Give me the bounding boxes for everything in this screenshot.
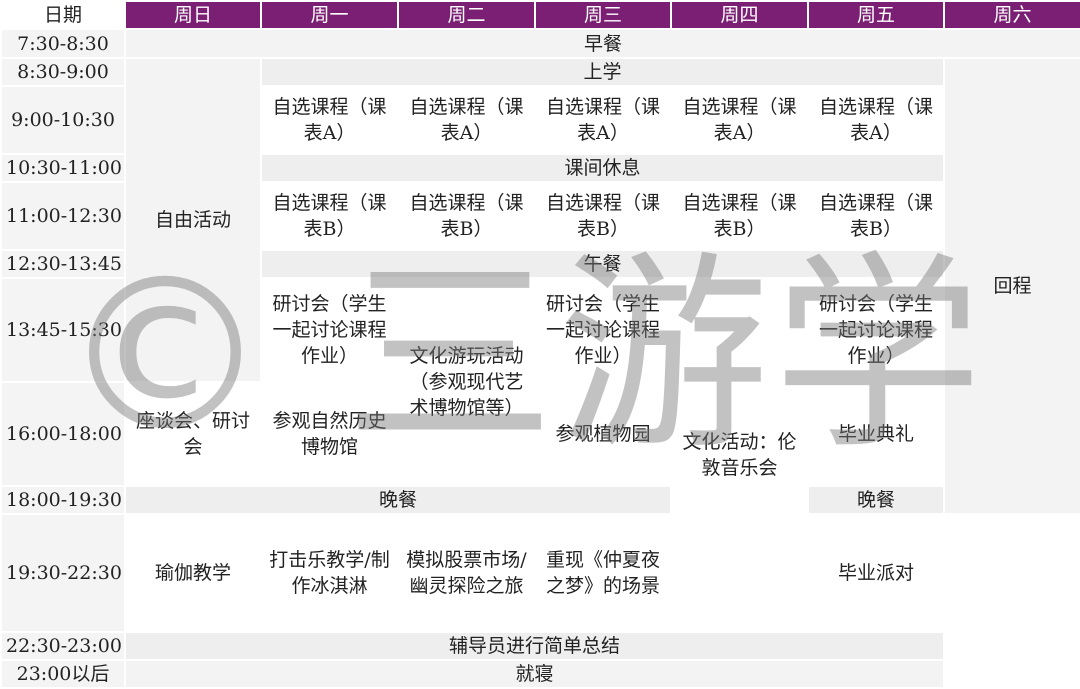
- elective-b-cell: 自选课程（课表B）: [670, 181, 809, 251]
- elective-b-cell: 自选课程（课表B）: [807, 181, 945, 251]
- elective-a-cell: 自选课程（课表A）: [260, 85, 399, 155]
- saturday-empty-cell: [943, 631, 1080, 689]
- break-cell: 课间休息: [260, 153, 945, 183]
- graduation-cell: 毕业典礼: [807, 381, 945, 487]
- elective-b-cell: 自选课程（课表B）: [534, 181, 672, 251]
- seminar-cell: 研讨会（学生一起讨论课程作业）: [534, 277, 672, 383]
- time-slot: 11:00-12:30: [0, 181, 126, 251]
- seminar-cell: 研讨会（学生一起讨论课程作业）: [807, 277, 945, 383]
- time-slot: 13:45-15:30: [0, 277, 126, 383]
- header-monday: 周一: [260, 0, 399, 30]
- botanic-cell: 参观植物园: [534, 381, 672, 487]
- time-slot: 12:30-13:45: [0, 249, 126, 279]
- header-friday: 周五: [807, 0, 945, 30]
- class-start-cell: 上学: [260, 57, 945, 87]
- stock-ghost-cell: 模拟股票市场/幽灵探险之旅: [397, 513, 536, 633]
- elective-a-cell: 自选课程（课表A）: [534, 85, 672, 155]
- dinner-cell: 晚餐: [124, 485, 672, 515]
- time-slot: 18:00-19:30: [0, 485, 126, 515]
- schedule-table: 日期 周日 周一 周二 周三 周四 周五 周六 7:30-8:30 早餐 8:3…: [0, 0, 1080, 689]
- header-thursday: 周四: [670, 0, 809, 30]
- yoga-cell: 瑜伽教学: [124, 513, 262, 633]
- time-slot: 23:00以后: [0, 659, 126, 689]
- time-slot: 7:30-8:30: [0, 28, 126, 59]
- elective-a-cell: 自选课程（课表A）: [670, 85, 809, 155]
- free-activity-cell: 自由活动: [124, 57, 262, 383]
- summary-cell: 辅导员进行简单总结: [124, 631, 945, 661]
- seminar-cell: 研讨会（学生一起讨论课程作业）: [260, 277, 399, 383]
- time-slot: 16:00-18:00: [0, 381, 126, 487]
- elective-b-cell: 自选课程（课表B）: [260, 181, 399, 251]
- header-date: 日期: [0, 0, 126, 30]
- time-slot: 9:00-10:30: [0, 85, 126, 155]
- header-wednesday: 周三: [534, 0, 672, 30]
- elective-a-cell: 自选课程（课表A）: [397, 85, 536, 155]
- time-slot: 10:30-11:00: [0, 153, 126, 183]
- header-sunday: 周日: [124, 0, 262, 30]
- symposium-cell: 座谈会、研讨会: [124, 381, 262, 487]
- culture-tour-cell: 文化游玩活动（参观现代艺术博物馆等）: [397, 277, 536, 487]
- time-slot: 22:30-23:00: [0, 631, 126, 661]
- lunch-cell: 午餐: [260, 249, 945, 279]
- time-slot: 19:30-22:30: [0, 513, 126, 633]
- breakfast-cell: 早餐: [124, 28, 1080, 59]
- sleep-cell: 就寝: [124, 659, 945, 689]
- header-tuesday: 周二: [397, 0, 536, 30]
- elective-a-cell: 自选课程（课表A）: [807, 85, 945, 155]
- natural-history-cell: 参观自然历史博物馆: [260, 381, 399, 487]
- dinner-cell: 晚餐: [807, 485, 945, 515]
- percussion-cell: 打击乐教学/制作冰淇淋: [260, 513, 399, 633]
- header-saturday: 周六: [943, 0, 1080, 30]
- elective-b-cell: 自选课程（课表B）: [397, 181, 536, 251]
- midsummer-cell: 重现《仲夏夜之梦》的场景: [534, 513, 672, 633]
- culture-activity-cell: 文化活动：伦敦音乐会: [670, 277, 809, 633]
- party-cell: 毕业派对: [807, 513, 945, 633]
- time-slot: 8:30-9:00: [0, 57, 126, 87]
- return-trip-cell: 回程: [943, 57, 1080, 515]
